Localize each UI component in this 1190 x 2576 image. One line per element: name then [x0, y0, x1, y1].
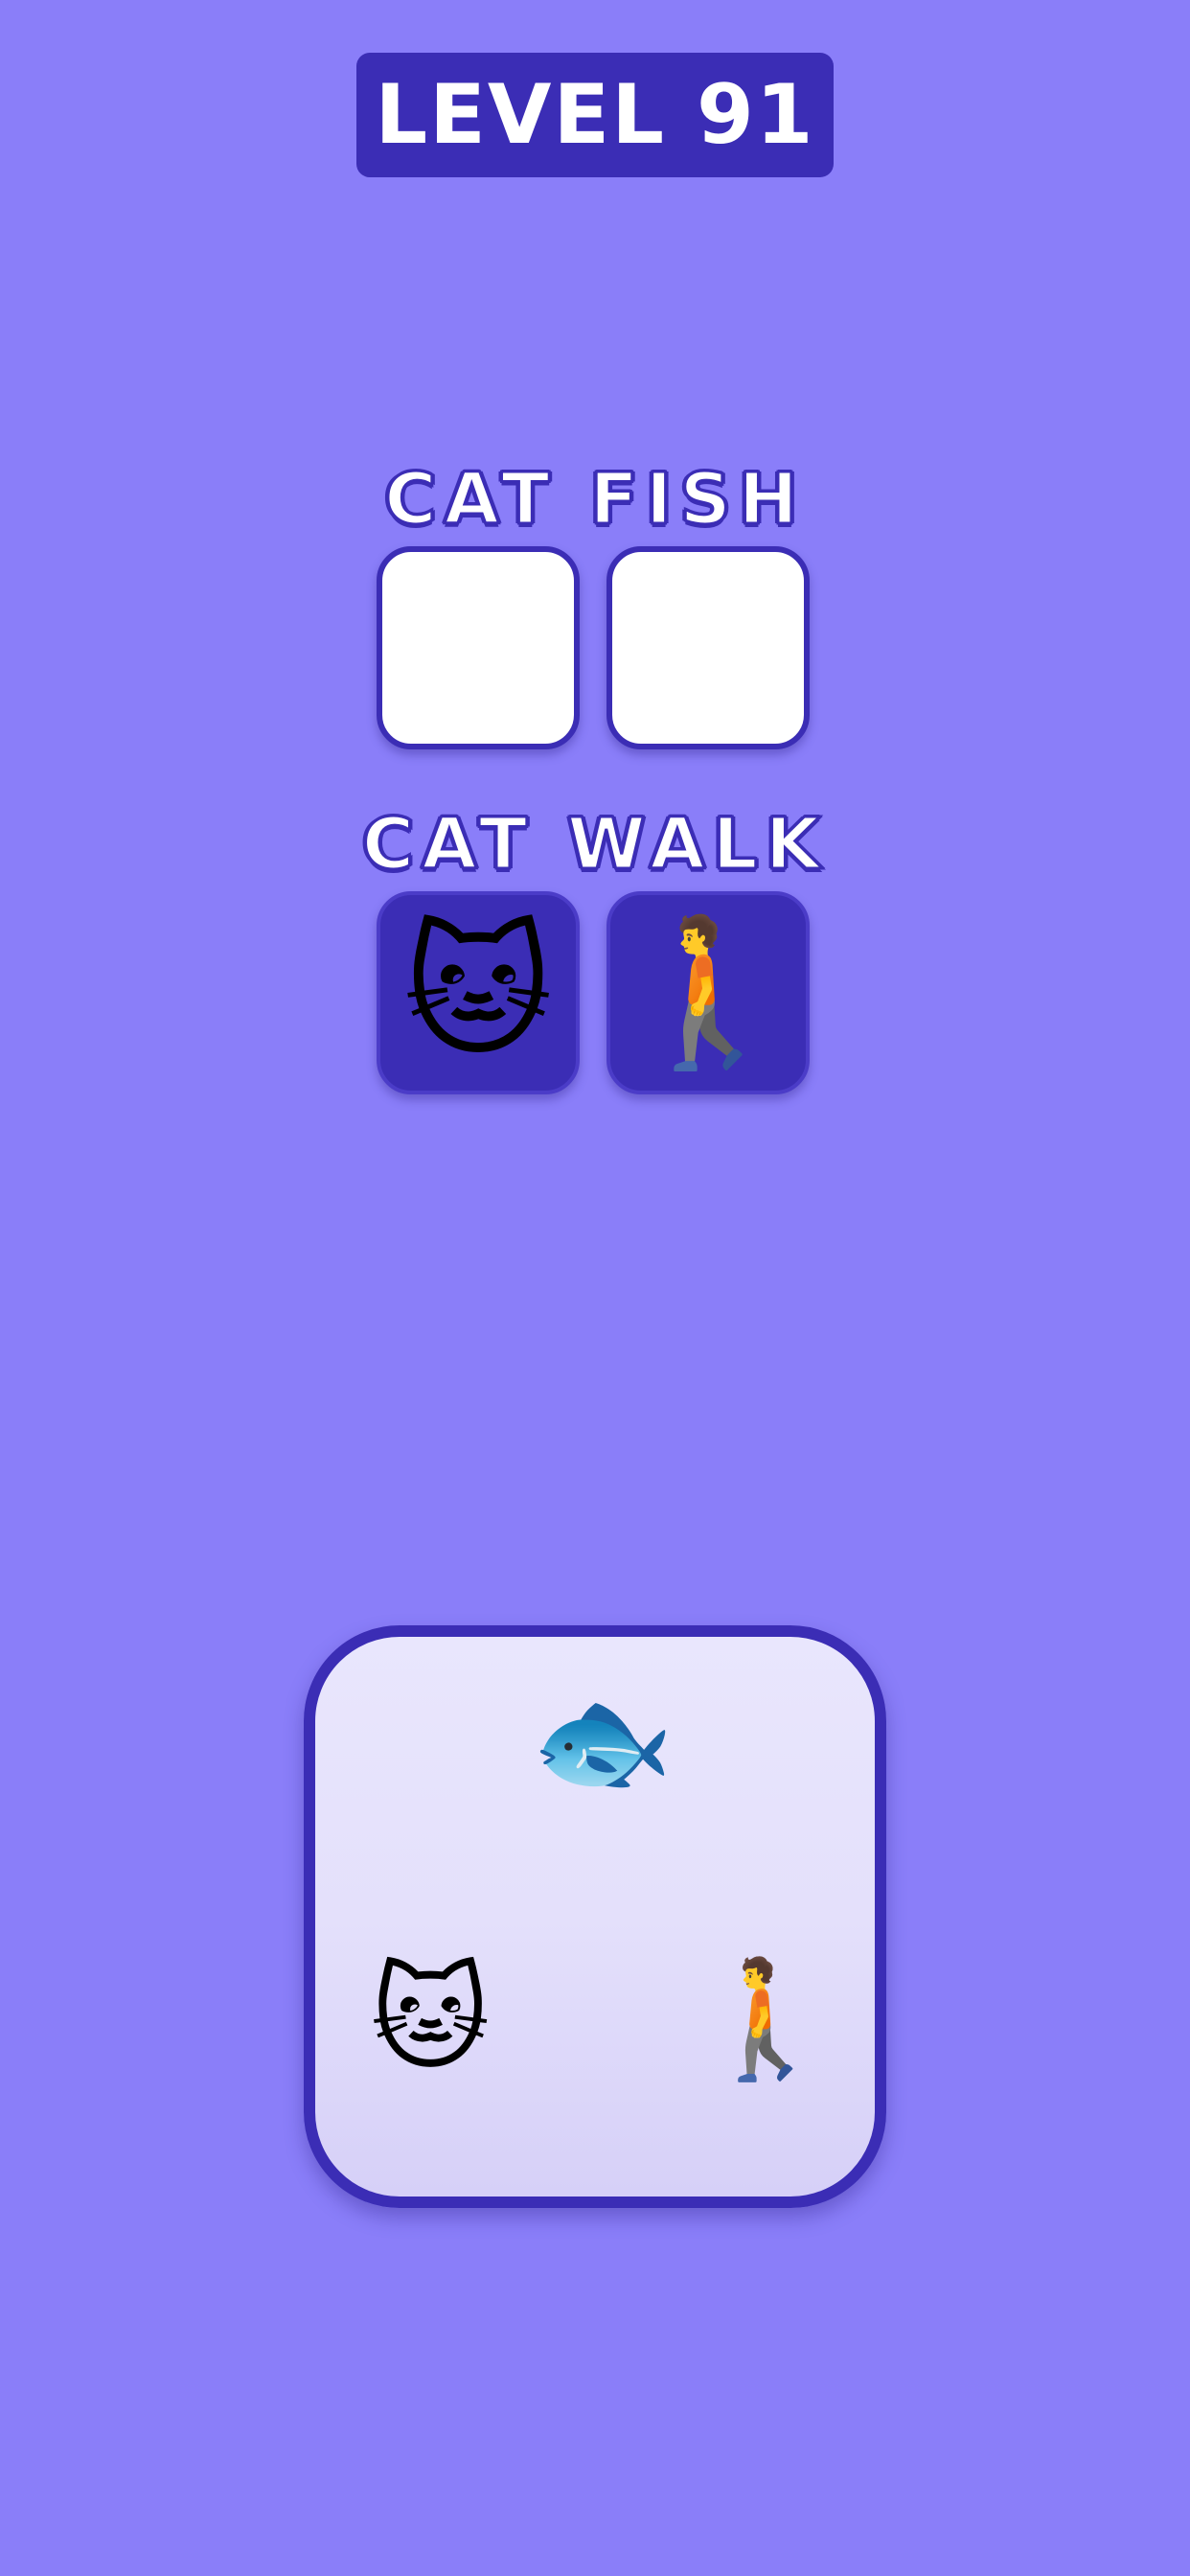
cat-face-icon: 🐱 — [402, 909, 554, 1076]
level-banner: LEVEL 91 — [356, 53, 834, 177]
puzzle-word-cat-fish: CAT FISH — [383, 457, 806, 542]
answer-slot-cat-fish-2[interactable] — [606, 546, 810, 749]
cat-face-icon[interactable]: 🐱 — [363, 1953, 497, 2087]
answer-slot-cat-walk-2: 🚶 — [606, 891, 810, 1094]
person-walking-icon[interactable]: 🚶 — [694, 1953, 836, 2087]
puzzle-word-cat-walk: CAT WALK — [360, 802, 829, 887]
answer-slot-cat-fish-1[interactable] — [377, 546, 580, 749]
emoji-board: 🐟 🐱 🚶 — [304, 1625, 886, 2208]
level-title: LEVEL 91 — [375, 67, 815, 163]
person-walking-icon: 🚶 — [618, 909, 798, 1076]
answer-slot-cat-walk-1: 🐱 — [377, 891, 580, 1094]
fish-icon[interactable]: 🐟 — [531, 1675, 674, 1809]
